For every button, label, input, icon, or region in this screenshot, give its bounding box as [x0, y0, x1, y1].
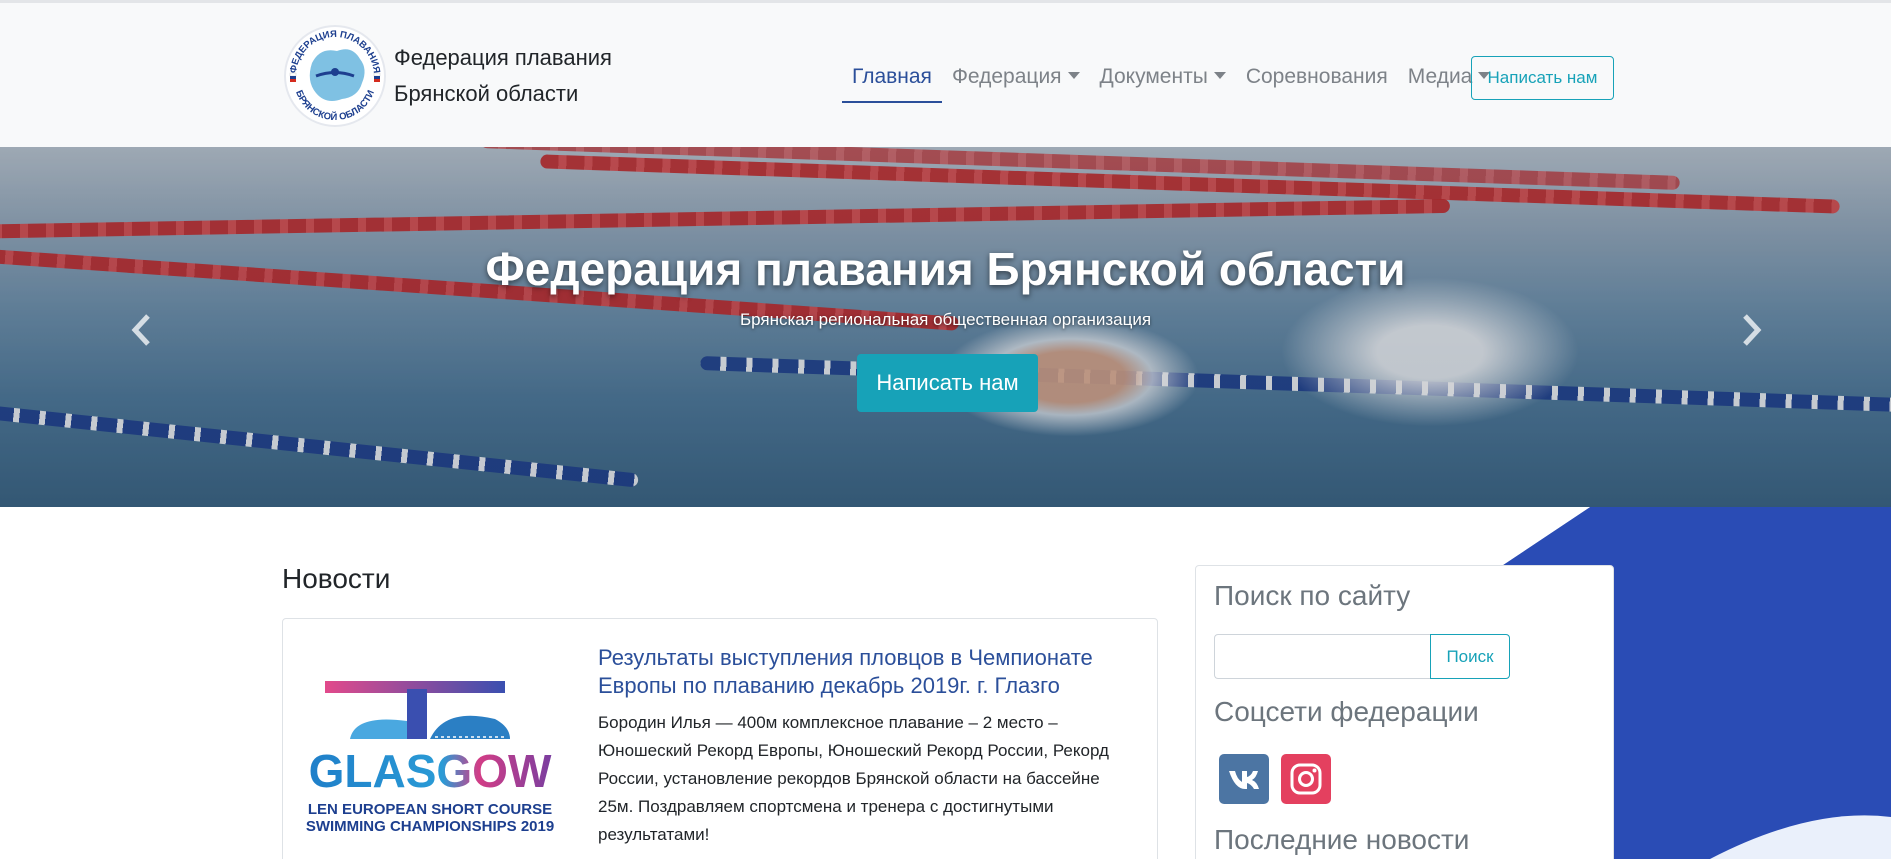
nav-item-label: Соревнования [1245, 65, 1388, 88]
glasgow-logo-text: GLASGOW [309, 745, 552, 797]
caret-down-icon [1067, 72, 1080, 80]
search-heading: Поиск по сайту [1214, 580, 1411, 611]
news-heading: Новости [282, 563, 391, 594]
nav-item-label: Медиа [1407, 65, 1473, 88]
hero-subtitle: Брянская региональная общественная орган… [739, 310, 1152, 329]
nav-item-documents[interactable]: Документы [1090, 53, 1236, 103]
vk-icon [1229, 771, 1259, 789]
social-heading: Соцсети федерации [1214, 696, 1479, 727]
championship-line-1: LEN EUROPEAN SHORT COURSE [308, 801, 552, 818]
nav-item-federation[interactable]: Федерация [942, 53, 1090, 103]
nav-item-competitions[interactable]: Соревнования [1236, 53, 1398, 103]
hero-contact-button[interactable]: Написать нам [857, 354, 1038, 412]
hero-carousel: Федерация плавания Брянской области Брян… [0, 147, 1891, 507]
news-excerpt: Бородин Илья — 400м комплексное плавание… [598, 713, 1109, 844]
brand[interactable]: ФЕДЕРАЦИЯ ПЛАВАНИЯ БРЯНСКОЙ ОБЛАСТИ Феде… [282, 23, 624, 129]
news-image[interactable]: GLASGOW LEN EUROPEAN SHORT COURSE SWIMMI… [295, 659, 565, 849]
nav-item-home[interactable]: Главная [842, 53, 942, 103]
nav-item-label: Главная [852, 65, 932, 88]
caret-down-icon [1213, 72, 1226, 80]
championship-line-2: SWIMMING CHAMPIONSHIPS 2019 [306, 818, 554, 835]
instagram-icon [1290, 763, 1322, 795]
news-title-link[interactable]: Результаты выступления пловцов в Чемпион… [598, 644, 1128, 700]
search-input[interactable] [1214, 634, 1430, 679]
search-button[interactable]: Поиск [1430, 634, 1510, 679]
main-nav: Главная Федерация Документы Соревнования… [842, 53, 1500, 103]
navbar: ФЕДЕРАЦИЯ ПЛАВАНИЯ БРЯНСКОЙ ОБЛАСТИ Феде… [0, 0, 1891, 147]
sidebar: Поиск по сайту Поиск Соцсети федерации П… [1195, 565, 1614, 859]
federation-logo[interactable]: ФЕДЕРАЦИЯ ПЛАВАНИЯ БРЯНСКОЙ ОБЛАСТИ [282, 23, 388, 129]
brand-title[interactable]: Федерация плавания Брянской области [394, 40, 624, 112]
nav-item-label: Документы [1099, 65, 1208, 88]
instagram-link[interactable] [1281, 754, 1331, 804]
contact-us-button[interactable]: Написать нам [1471, 56, 1614, 100]
latest-news-heading: Последние новости [1214, 824, 1470, 855]
vk-link[interactable] [1219, 754, 1269, 804]
hero-title: Федерация плавания Брянской области [485, 243, 1406, 295]
news-card: GLASGOW LEN EUROPEAN SHORT COURSE SWIMMI… [282, 618, 1158, 859]
nav-item-label: Федерация [951, 65, 1062, 88]
